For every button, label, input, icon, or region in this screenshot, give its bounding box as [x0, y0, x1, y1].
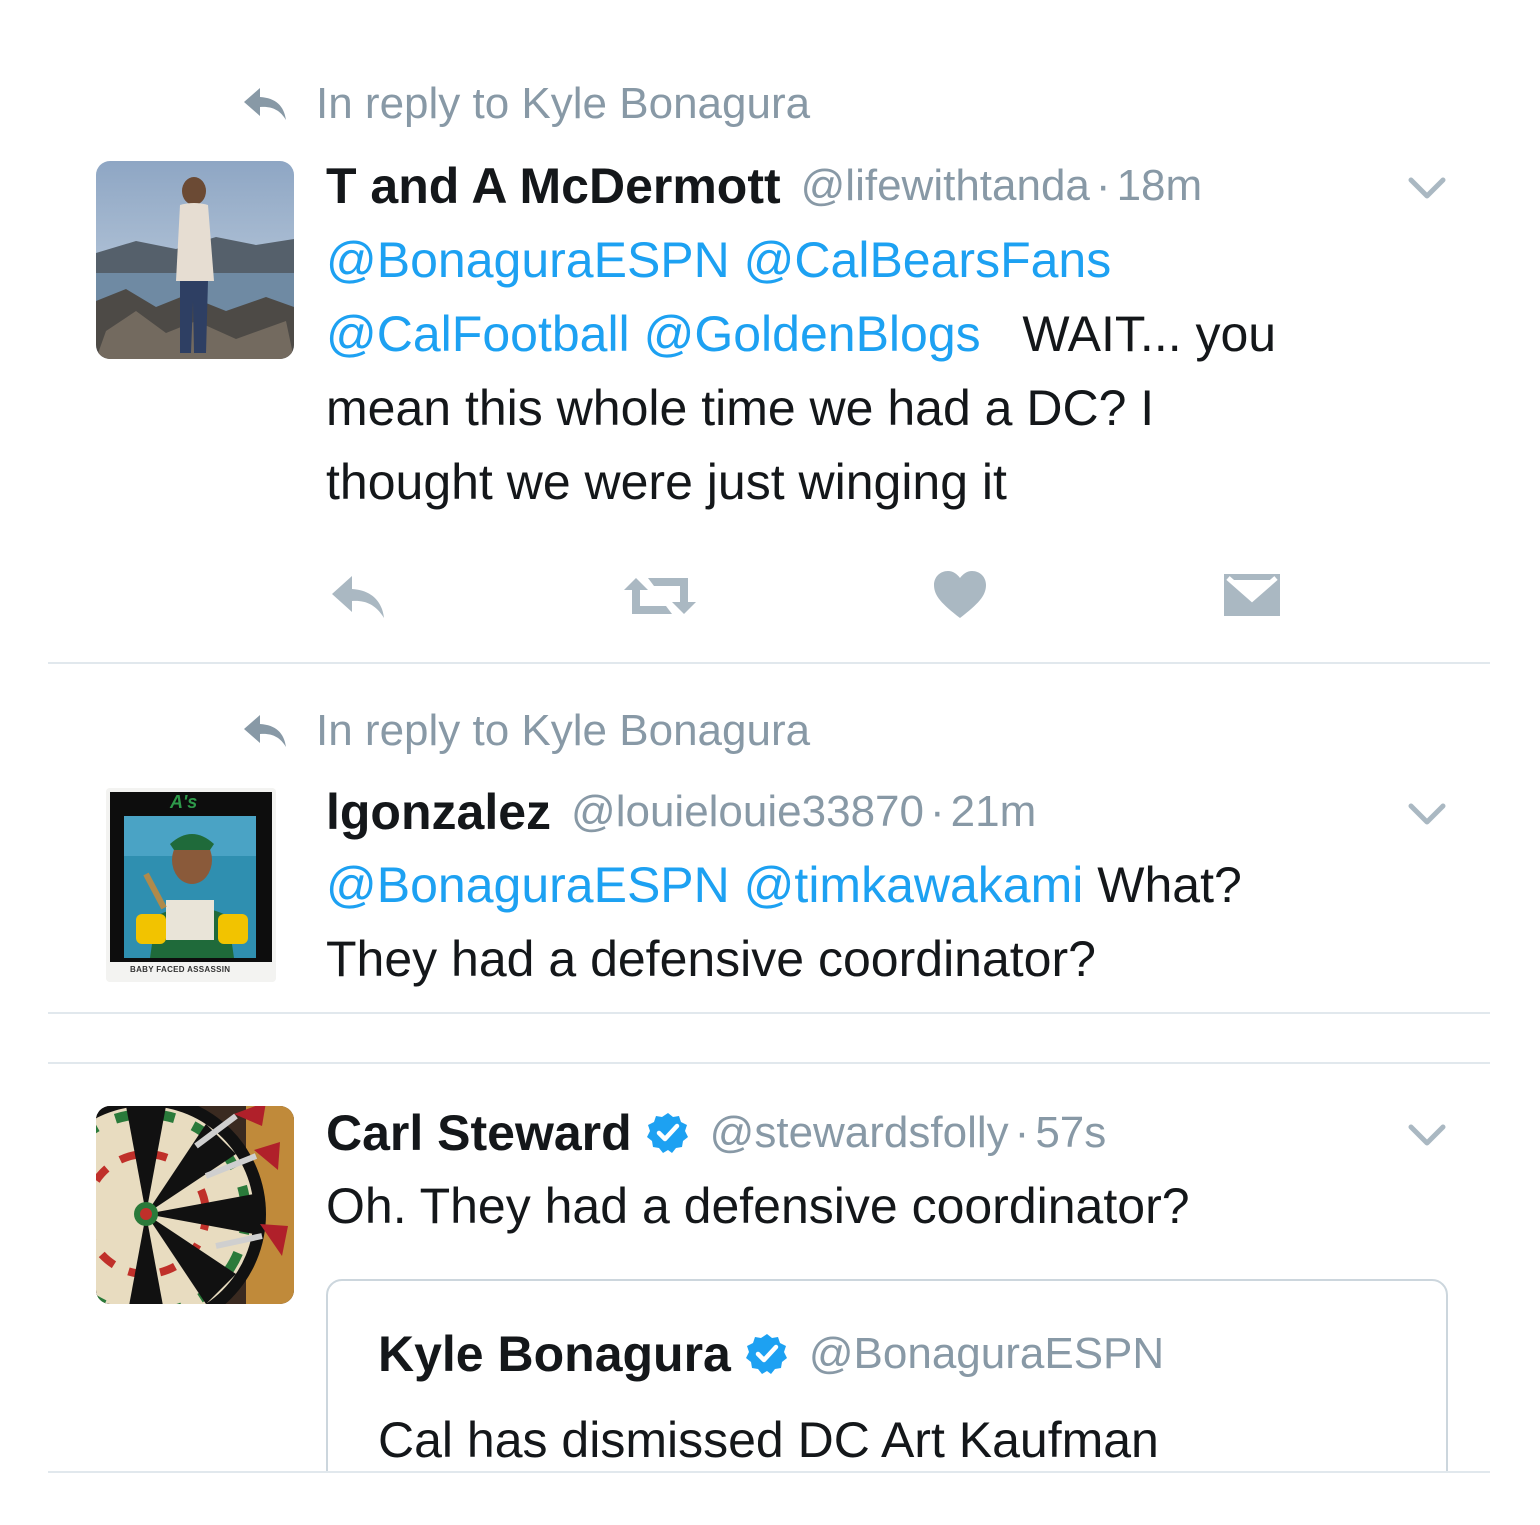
quoted-tweet[interactable]: Kyle Bonagura @BonaguraESPN Cal has dism…	[326, 1279, 1448, 1473]
bottom-divider	[48, 1471, 1490, 1473]
verified-badge-icon	[646, 1113, 688, 1153]
text-line: Oh. They had a defensive coordinator?	[326, 1178, 1190, 1234]
timestamp[interactable]: 57s	[1035, 1108, 1106, 1158]
meta-separator: ·	[1014, 1108, 1030, 1157]
verified-badge-icon	[745, 1334, 787, 1374]
quoted-author-name[interactable]: Kyle Bonagura	[378, 1325, 731, 1383]
tweet-text: Oh. They had a defensive coordinator?	[326, 1169, 1456, 1243]
avatar[interactable]	[96, 1106, 294, 1304]
chevron-down-icon[interactable]	[1408, 1123, 1446, 1147]
tweet-3[interactable]: Carl Steward @stewardsfolly · 57s Oh. Th…	[48, 48, 1490, 1473]
author-name[interactable]: Carl Steward	[326, 1104, 632, 1162]
quoted-tweet-text: Cal has dismissed DC Art Kaufman	[378, 1412, 1159, 1468]
tweet-header: Carl Steward @stewardsfolly · 57s	[326, 1101, 1106, 1165]
avatar-photo-dartboard	[96, 1106, 294, 1304]
quoted-author-handle[interactable]: @BonaguraESPN	[809, 1329, 1164, 1379]
tweet-timeline: In reply to Kyle Bonagura T and A McDerm…	[48, 48, 1490, 1473]
author-handle[interactable]: @stewardsfolly	[710, 1108, 1009, 1158]
quoted-tweet-header: Kyle Bonagura @BonaguraESPN	[378, 1325, 1164, 1383]
